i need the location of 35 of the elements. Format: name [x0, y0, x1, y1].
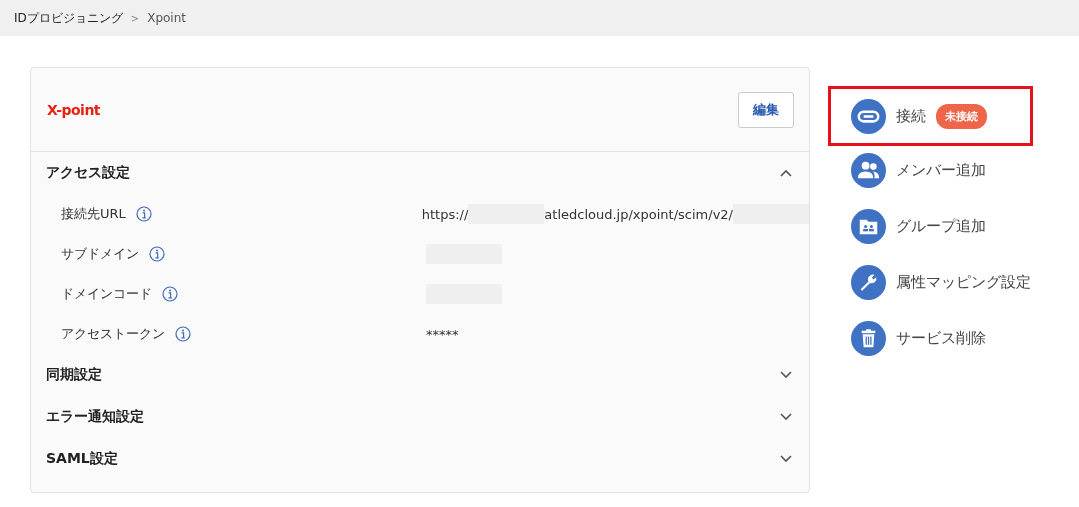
folder-people-icon[interactable]: [851, 208, 886, 244]
chevron-up-icon[interactable]: [780, 169, 792, 177]
info-icon[interactable]: [149, 246, 165, 262]
service-logo: X-point: [47, 101, 101, 118]
chevron-down-icon[interactable]: [780, 455, 792, 463]
field-label: サブドメイン: [61, 245, 139, 263]
wrench-icon[interactable]: [851, 264, 886, 300]
breadcrumb-item: Xpoint: [147, 11, 186, 25]
people-icon[interactable]: [851, 152, 886, 188]
chevron-down-icon[interactable]: [780, 371, 792, 379]
field-value: atledcloud.jp/xpoint/scim/v2/: [544, 206, 733, 222]
section-title[interactable]: SAML設定: [46, 450, 118, 468]
trash-icon[interactable]: [851, 320, 886, 356]
edit-button[interactable]: 編集: [738, 91, 794, 128]
link-icon[interactable]: [851, 98, 886, 134]
status-badge: 未接続: [936, 103, 987, 129]
breadcrumb-item[interactable]: IDプロビジョニング: [14, 9, 123, 27]
field-label: 接続先URL: [61, 205, 126, 223]
section-title[interactable]: アクセス設定: [46, 164, 130, 182]
action-link[interactable]: 属性マッピング設定: [896, 272, 1031, 292]
action-link[interactable]: サービス削除: [896, 328, 986, 348]
field-value: https://: [421, 206, 469, 222]
section-title[interactable]: 同期設定: [46, 366, 102, 384]
info-icon[interactable]: [175, 326, 191, 342]
field-label: アクセストークン: [61, 325, 165, 343]
action-link[interactable]: メンバー追加: [896, 160, 986, 180]
breadcrumb-separator: >: [130, 12, 140, 24]
info-icon[interactable]: [135, 206, 152, 222]
info-icon[interactable]: [162, 286, 178, 302]
field-value: *****: [426, 326, 459, 342]
section-title[interactable]: エラー通知設定: [46, 408, 144, 426]
field-label: ドメインコード: [61, 285, 152, 303]
action-link[interactable]: グループ追加: [896, 216, 986, 236]
chevron-down-icon[interactable]: [780, 413, 792, 421]
action-link[interactable]: 接続: [896, 106, 926, 126]
